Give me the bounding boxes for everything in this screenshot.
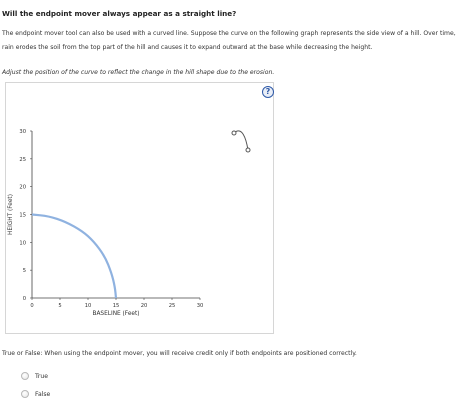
radio-button[interactable] [21, 390, 29, 398]
x-tick-label: 30 [197, 303, 204, 309]
x-tick-label: 25 [169, 303, 176, 309]
hill-curve-series[interactable] [31, 213, 118, 299]
radio-option-true[interactable]: True [21, 372, 48, 380]
radio-label-true: True [35, 372, 48, 380]
endpoint-mover-curve-icon[interactable] [231, 130, 251, 153]
y-tick-label: 0 [23, 296, 26, 302]
y-tick-label: 25 [19, 157, 26, 163]
y-axis-label: HEIGHT (Feet) [8, 194, 14, 235]
radio-label-false: False [35, 390, 51, 398]
chart-ticks: 0 5 10 15 20 25 30 0 5 10 15 20 25 30 [19, 129, 203, 309]
x-tick-label: 0 [30, 303, 33, 309]
radio-option-false[interactable]: False [21, 390, 50, 398]
chart-axes [31, 131, 200, 299]
y-tick-label: 20 [19, 185, 26, 191]
x-tick-label: 15 [113, 303, 120, 309]
y-tick-label: 10 [19, 240, 26, 246]
y-tick-label: 5 [23, 268, 26, 274]
x-tick-label: 20 [141, 303, 148, 309]
x-tick-label: 5 [58, 303, 61, 309]
x-tick-label: 10 [85, 303, 92, 309]
x-axis-label: BASELINE (Feet) [92, 311, 139, 317]
y-tick-label: 30 [19, 129, 26, 135]
radio-button[interactable] [21, 372, 29, 380]
y-tick-label: 15 [19, 213, 26, 219]
true-false-question: True or False: When using the endpoint m… [2, 350, 357, 357]
